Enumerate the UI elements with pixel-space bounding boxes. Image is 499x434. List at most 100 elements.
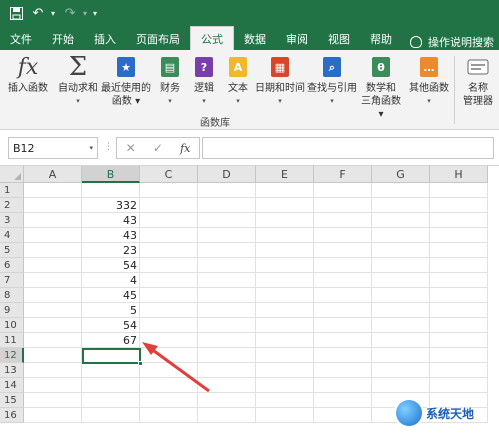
cell-a5[interactable] [24,243,82,258]
row-header-11[interactable]: 11 [0,333,24,348]
tab-help[interactable]: 帮助 [360,28,402,50]
cell-h5[interactable] [430,243,488,258]
cell-d5[interactable] [198,243,256,258]
cell-d10[interactable] [198,318,256,333]
tab-page-layout[interactable]: 页面布局 [126,28,190,50]
cell-c4[interactable] [140,228,198,243]
cell-d1[interactable] [198,183,256,198]
cell-a15[interactable] [24,393,82,408]
logical-button[interactable]: ? 逻辑 ▾ [188,54,220,108]
cell-b5[interactable]: 23 [82,243,140,258]
save-icon[interactable] [7,4,25,22]
redo-icon[interactable]: ↷ [61,4,79,22]
cell-c16[interactable] [140,408,198,423]
cell-c12[interactable] [140,348,198,363]
more-functions-button[interactable]: … 其他函数 ▾ [406,54,452,108]
cell-a6[interactable] [24,258,82,273]
column-header-a[interactable]: A [24,166,82,183]
cell-d9[interactable] [198,303,256,318]
row-header-9[interactable]: 9 [0,303,24,318]
cell-a4[interactable] [24,228,82,243]
column-header-b[interactable]: B [82,166,140,183]
cell-h12[interactable] [430,348,488,363]
cell-a14[interactable] [24,378,82,393]
cell-h2[interactable] [430,198,488,213]
cell-c15[interactable] [140,393,198,408]
row-header-7[interactable]: 7 [0,273,24,288]
tab-insert[interactable]: 插入 [84,28,126,50]
cell-e5[interactable] [256,243,314,258]
column-header-h[interactable]: H [430,166,488,183]
cell-c7[interactable] [140,273,198,288]
cell-h8[interactable] [430,288,488,303]
text-button[interactable]: A 文本 ▾ [222,54,254,108]
enter-icon[interactable]: ✓ [153,141,163,155]
cell-f3[interactable] [314,213,372,228]
financial-button[interactable]: ▤ 财务 ▾ [154,54,186,108]
cell-g13[interactable] [372,363,430,378]
cell-b10[interactable]: 54 [82,318,140,333]
cell-c14[interactable] [140,378,198,393]
cell-b3[interactable]: 43 [82,213,140,228]
recently-used-button[interactable]: ★ 最近使用的 函数 ▾ [100,54,152,108]
cell-a11[interactable] [24,333,82,348]
cell-h11[interactable] [430,333,488,348]
cell-g1[interactable] [372,183,430,198]
cell-h14[interactable] [430,378,488,393]
row-header-6[interactable]: 6 [0,258,24,273]
cell-e12[interactable] [256,348,314,363]
row-header-3[interactable]: 3 [0,213,24,228]
cell-a3[interactable] [24,213,82,228]
tab-file[interactable]: 文件 [0,28,42,50]
cell-g14[interactable] [372,378,430,393]
cell-g10[interactable] [372,318,430,333]
cell-e1[interactable] [256,183,314,198]
tell-me-search[interactable]: 操作说明搜索 [402,34,494,50]
cell-f9[interactable] [314,303,372,318]
cell-h6[interactable] [430,258,488,273]
cell-e2[interactable] [256,198,314,213]
column-header-e[interactable]: E [256,166,314,183]
cell-b1[interactable] [82,183,140,198]
row-header-12[interactable]: 12 [0,348,24,363]
math-trig-button[interactable]: θ 数学和 三角函数 ▾ [358,54,404,121]
cell-g11[interactable] [372,333,430,348]
cell-e3[interactable] [256,213,314,228]
undo-dropdown-icon[interactable]: ▾ [51,9,55,18]
tab-data[interactable]: 数据 [234,28,276,50]
cell-g3[interactable] [372,213,430,228]
cell-b2[interactable]: 332 [82,198,140,213]
cell-b7[interactable]: 4 [82,273,140,288]
cancel-icon[interactable]: ✕ [126,141,136,155]
cell-g2[interactable] [372,198,430,213]
formula-bar-grip-icon[interactable]: ⋮ [104,142,113,152]
cell-h9[interactable] [430,303,488,318]
cell-a1[interactable] [24,183,82,198]
cell-d4[interactable] [198,228,256,243]
cell-f1[interactable] [314,183,372,198]
row-header-15[interactable]: 15 [0,393,24,408]
cell-g8[interactable] [372,288,430,303]
cell-d13[interactable] [198,363,256,378]
cell-d11[interactable] [198,333,256,348]
insert-function-icon[interactable]: fx [180,142,190,155]
customize-icon[interactable]: ▾ [93,9,97,18]
name-box-dropdown-icon[interactable]: ▾ [89,144,93,152]
cell-b6[interactable]: 54 [82,258,140,273]
cell-e15[interactable] [256,393,314,408]
row-header-2[interactable]: 2 [0,198,24,213]
cell-a16[interactable] [24,408,82,423]
cell-c2[interactable] [140,198,198,213]
row-header-14[interactable]: 14 [0,378,24,393]
cell-a13[interactable] [24,363,82,378]
row-header-8[interactable]: 8 [0,288,24,303]
cell-e9[interactable] [256,303,314,318]
tab-view[interactable]: 视图 [318,28,360,50]
cell-b9[interactable]: 5 [82,303,140,318]
column-header-f[interactable]: F [314,166,372,183]
cell-e14[interactable] [256,378,314,393]
cell-a2[interactable] [24,198,82,213]
name-box[interactable]: B12 ▾ [8,137,98,159]
cell-f7[interactable] [314,273,372,288]
tab-review[interactable]: 审阅 [276,28,318,50]
